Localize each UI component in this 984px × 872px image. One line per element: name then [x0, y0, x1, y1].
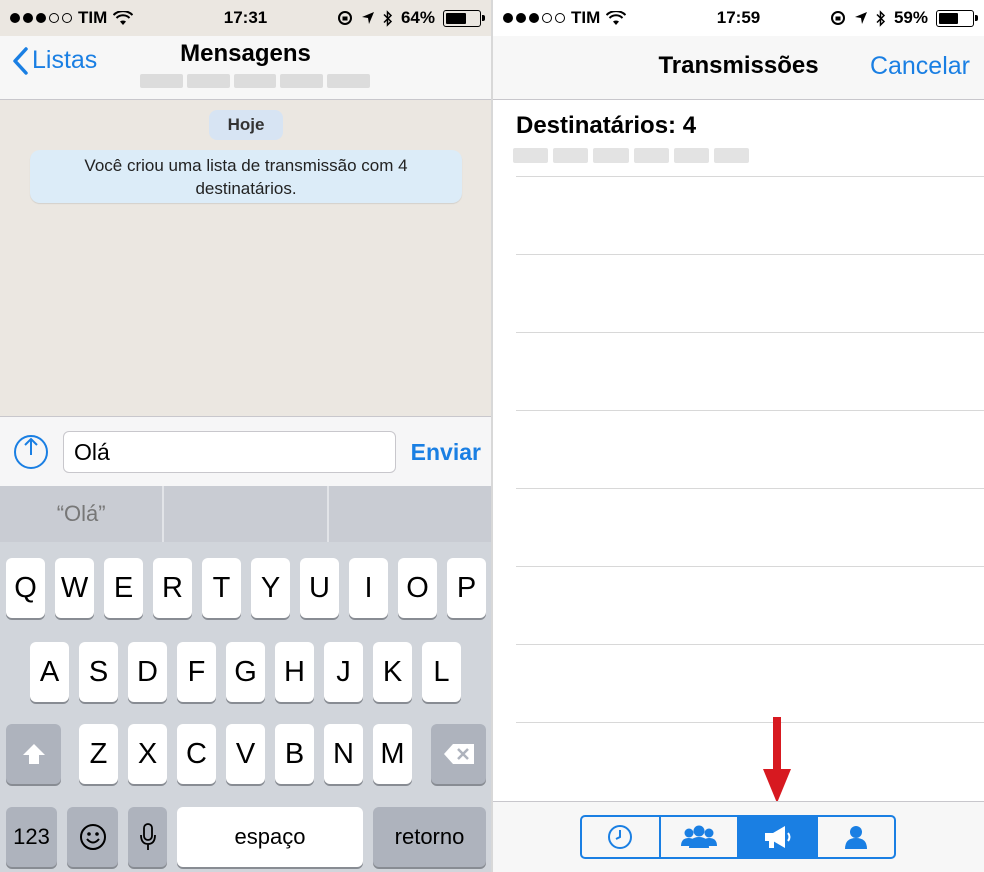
tab-groups[interactable] [661, 817, 739, 857]
rotation-lock-icon [830, 11, 845, 25]
shift-icon [22, 744, 45, 764]
list-separator [516, 254, 984, 255]
key-h[interactable]: H [275, 642, 314, 702]
message-area: Hoje Você criou uma lista de transmissão… [0, 100, 491, 416]
key-y[interactable]: Y [251, 558, 290, 618]
list-separator [516, 722, 984, 723]
message-input[interactable] [63, 431, 396, 473]
emoji-icon [79, 824, 106, 850]
location-icon [361, 12, 374, 24]
person-icon [844, 826, 867, 849]
tab-contacts[interactable] [818, 817, 895, 857]
battery-icon [936, 9, 978, 27]
list-separator [516, 332, 984, 333]
redacted-recipients [140, 74, 370, 88]
numbers-key[interactable]: 123 [6, 807, 57, 867]
battery-percent: 64% [400, 8, 435, 27]
key-k[interactable]: K [373, 642, 412, 702]
suggestion-1[interactable]: “Olá” [0, 486, 165, 542]
key-b[interactable]: B [275, 724, 314, 784]
rotation-lock-icon [337, 11, 352, 25]
list-separator [516, 488, 984, 489]
battery-percent: 59% [893, 8, 928, 27]
redacted-recipient-names [513, 148, 750, 163]
list-separator [516, 566, 984, 567]
key-n[interactable]: N [324, 724, 363, 784]
key-z[interactable]: Z [79, 724, 118, 784]
key-o[interactable]: O [398, 558, 437, 618]
key-u[interactable]: U [300, 558, 339, 618]
key-l[interactable]: L [422, 642, 461, 702]
key-p[interactable]: P [447, 558, 486, 618]
status-bar: TIM 17:59 59% [493, 0, 984, 36]
key-r[interactable]: R [153, 558, 192, 618]
location-icon [854, 12, 867, 24]
space-key[interactable]: espaço [177, 807, 363, 867]
bottom-toolbar [493, 801, 984, 872]
list-separator [516, 176, 984, 177]
suggestion-3[interactable] [329, 486, 491, 542]
emoji-key[interactable] [67, 807, 118, 867]
keyboard: Q W E R T Y U I O P A S D F G H J K L Z … [0, 542, 491, 872]
status-bar: TIM 17:31 64% [0, 0, 491, 36]
key-e[interactable]: E [104, 558, 143, 618]
navigation-bar: Transmissões Cancelar [493, 36, 984, 100]
recipients-count: Destinatários: 4 [516, 112, 697, 139]
tab-broadcast[interactable] [739, 817, 818, 857]
bluetooth-icon [383, 9, 393, 27]
list-separator [516, 410, 984, 411]
broadcast-screen: TIM 17:59 59% Transmissões Cancelar Dest… [493, 0, 984, 872]
list-separator [516, 644, 984, 645]
key-i[interactable]: I [349, 558, 388, 618]
navigation-bar: Listas Mensagens [0, 36, 491, 100]
key-q[interactable]: Q [6, 558, 45, 618]
battery-icon [443, 9, 485, 27]
bluetooth-icon [876, 9, 886, 27]
predictive-bar: “Olá” [0, 486, 491, 542]
return-key[interactable]: retorno [373, 807, 486, 867]
red-arrow-pointer [763, 717, 791, 803]
microphone-icon [139, 823, 156, 850]
page-title: Mensagens [180, 40, 311, 67]
key-c[interactable]: C [177, 724, 216, 784]
chat-screen: TIM 17:31 64% Listas Mensagens Hoje Você… [0, 0, 491, 872]
arrow-up-icon [24, 437, 38, 455]
key-w[interactable]: W [55, 558, 94, 618]
key-a[interactable]: A [30, 642, 69, 702]
shift-key[interactable] [6, 724, 61, 784]
key-x[interactable]: X [128, 724, 167, 784]
date-badge: Hoje [209, 110, 283, 140]
key-d[interactable]: D [128, 642, 167, 702]
system-message: Você criou uma lista de transmissão com … [30, 150, 462, 203]
backspace-key[interactable] [431, 724, 486, 784]
key-j[interactable]: J [324, 642, 363, 702]
key-f[interactable]: F [177, 642, 216, 702]
key-s[interactable]: S [79, 642, 118, 702]
cancel-button[interactable]: Cancelar [870, 52, 970, 81]
suggestion-2[interactable] [164, 486, 329, 542]
key-m[interactable]: M [373, 724, 412, 784]
send-button[interactable]: Enviar [411, 439, 481, 466]
tab-recents[interactable] [582, 817, 661, 857]
dictation-key[interactable] [128, 807, 167, 867]
key-t[interactable]: T [202, 558, 241, 618]
group-icon [680, 825, 717, 848]
segmented-control [580, 815, 896, 859]
attach-button[interactable] [14, 435, 48, 469]
backspace-icon [443, 744, 474, 764]
key-g[interactable]: G [226, 642, 265, 702]
message-input-bar: Enviar [0, 416, 491, 486]
megaphone-icon [765, 826, 791, 848]
clock-icon [608, 825, 633, 849]
key-v[interactable]: V [226, 724, 265, 784]
